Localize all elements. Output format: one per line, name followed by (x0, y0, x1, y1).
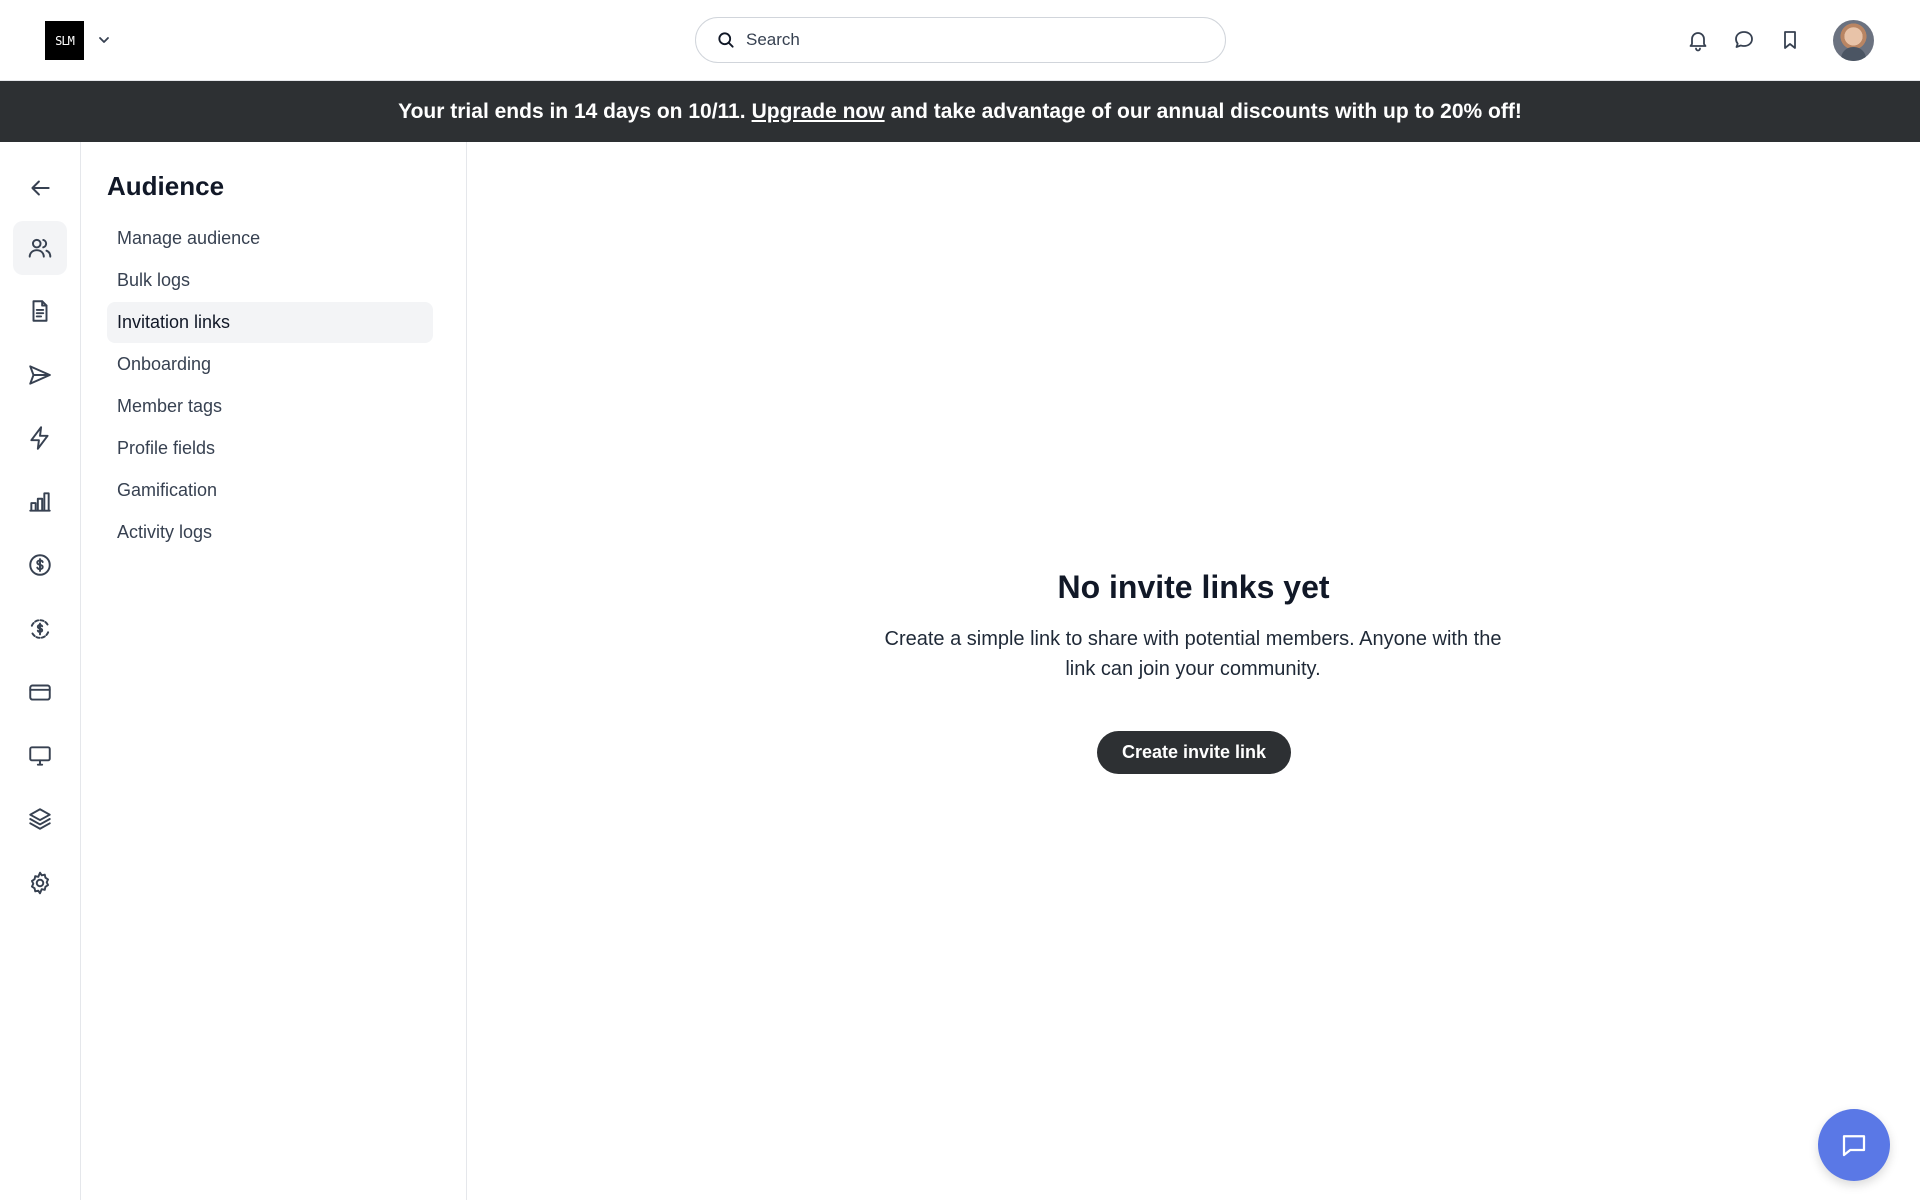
subnav-item-invitation-links[interactable]: Invitation links (107, 302, 433, 343)
subnav-item-manage-audience[interactable]: Manage audience (107, 218, 433, 259)
document-icon (32, 300, 48, 322)
monitor-icon (29, 746, 51, 766)
subnav-item-member-tags[interactable]: Member tags (107, 386, 433, 427)
search-icon (718, 32, 734, 48)
avatar[interactable] (1833, 20, 1874, 61)
chevron-down-icon[interactable] (96, 32, 112, 48)
gear-icon (31, 871, 49, 895)
main-content: No invite links yet Create a simple link… (467, 142, 1920, 1200)
subnav-item-onboarding[interactable]: Onboarding (107, 344, 433, 385)
subnav-title: Audience (107, 171, 225, 201)
rail-item-billing[interactable] (13, 665, 67, 719)
chat-icon (1842, 1135, 1866, 1157)
back-button[interactable] (13, 161, 67, 215)
dollar-refresh-icon (30, 619, 50, 639)
support-chat-button[interactable] (1818, 1109, 1890, 1181)
lightning-icon (30, 426, 49, 450)
empty-state-title: No invite links yet (1057, 569, 1330, 605)
community-logo[interactable]: SLM (45, 21, 84, 60)
rail-item-settings[interactable] (13, 856, 67, 910)
rail-item-live[interactable] (13, 729, 67, 783)
users-icon (28, 238, 52, 258)
chat-bubble-icon[interactable] (1732, 28, 1756, 52)
logo-text: SLM (55, 33, 75, 48)
dollar-circle-icon (29, 554, 51, 576)
search-input[interactable] (746, 30, 1186, 50)
rail-item-site[interactable] (13, 792, 67, 846)
subnav-item-gamification[interactable]: Gamification (107, 470, 433, 511)
credit-card-icon (29, 684, 51, 701)
layers-icon (29, 808, 51, 830)
send-icon (29, 365, 51, 385)
subnav-item-activity-logs[interactable]: Activity logs (107, 512, 433, 553)
icon-rail (0, 142, 81, 1200)
rail-item-affiliates[interactable] (13, 602, 67, 656)
back-arrow-icon (31, 180, 50, 196)
audience-subnav: Audience Manage audience Bulk logs Invit… (81, 142, 467, 1200)
rail-item-analytics[interactable] (13, 475, 67, 529)
rail-item-send[interactable] (13, 348, 67, 402)
bar-chart-icon (29, 492, 51, 512)
top-bar: SLM (0, 0, 1920, 81)
trial-banner: Your trial ends in 14 days on 10/11. Upg… (0, 81, 1920, 142)
search-bar[interactable] (695, 17, 1226, 63)
rail-item-workflows[interactable] (13, 411, 67, 465)
bookmark-icon[interactable] (1778, 28, 1802, 52)
empty-state-description: Create a simple link to share with poten… (884, 628, 1502, 680)
banner-suffix: and take advantage of our annual discoun… (890, 99, 1522, 123)
bell-icon[interactable] (1686, 28, 1710, 52)
banner-prefix: Your trial ends in 14 days on 10/11. (398, 99, 746, 123)
upgrade-now-link[interactable]: Upgrade now (752, 100, 885, 124)
rail-item-audience[interactable] (13, 221, 67, 275)
create-invite-link-button[interactable]: Create invite link (1097, 731, 1291, 774)
subnav-item-profile-fields[interactable]: Profile fields (107, 428, 433, 469)
subnav-item-bulk-logs[interactable]: Bulk logs (107, 260, 433, 301)
rail-item-paywalls[interactable] (13, 538, 67, 592)
rail-item-posts[interactable] (13, 284, 67, 338)
